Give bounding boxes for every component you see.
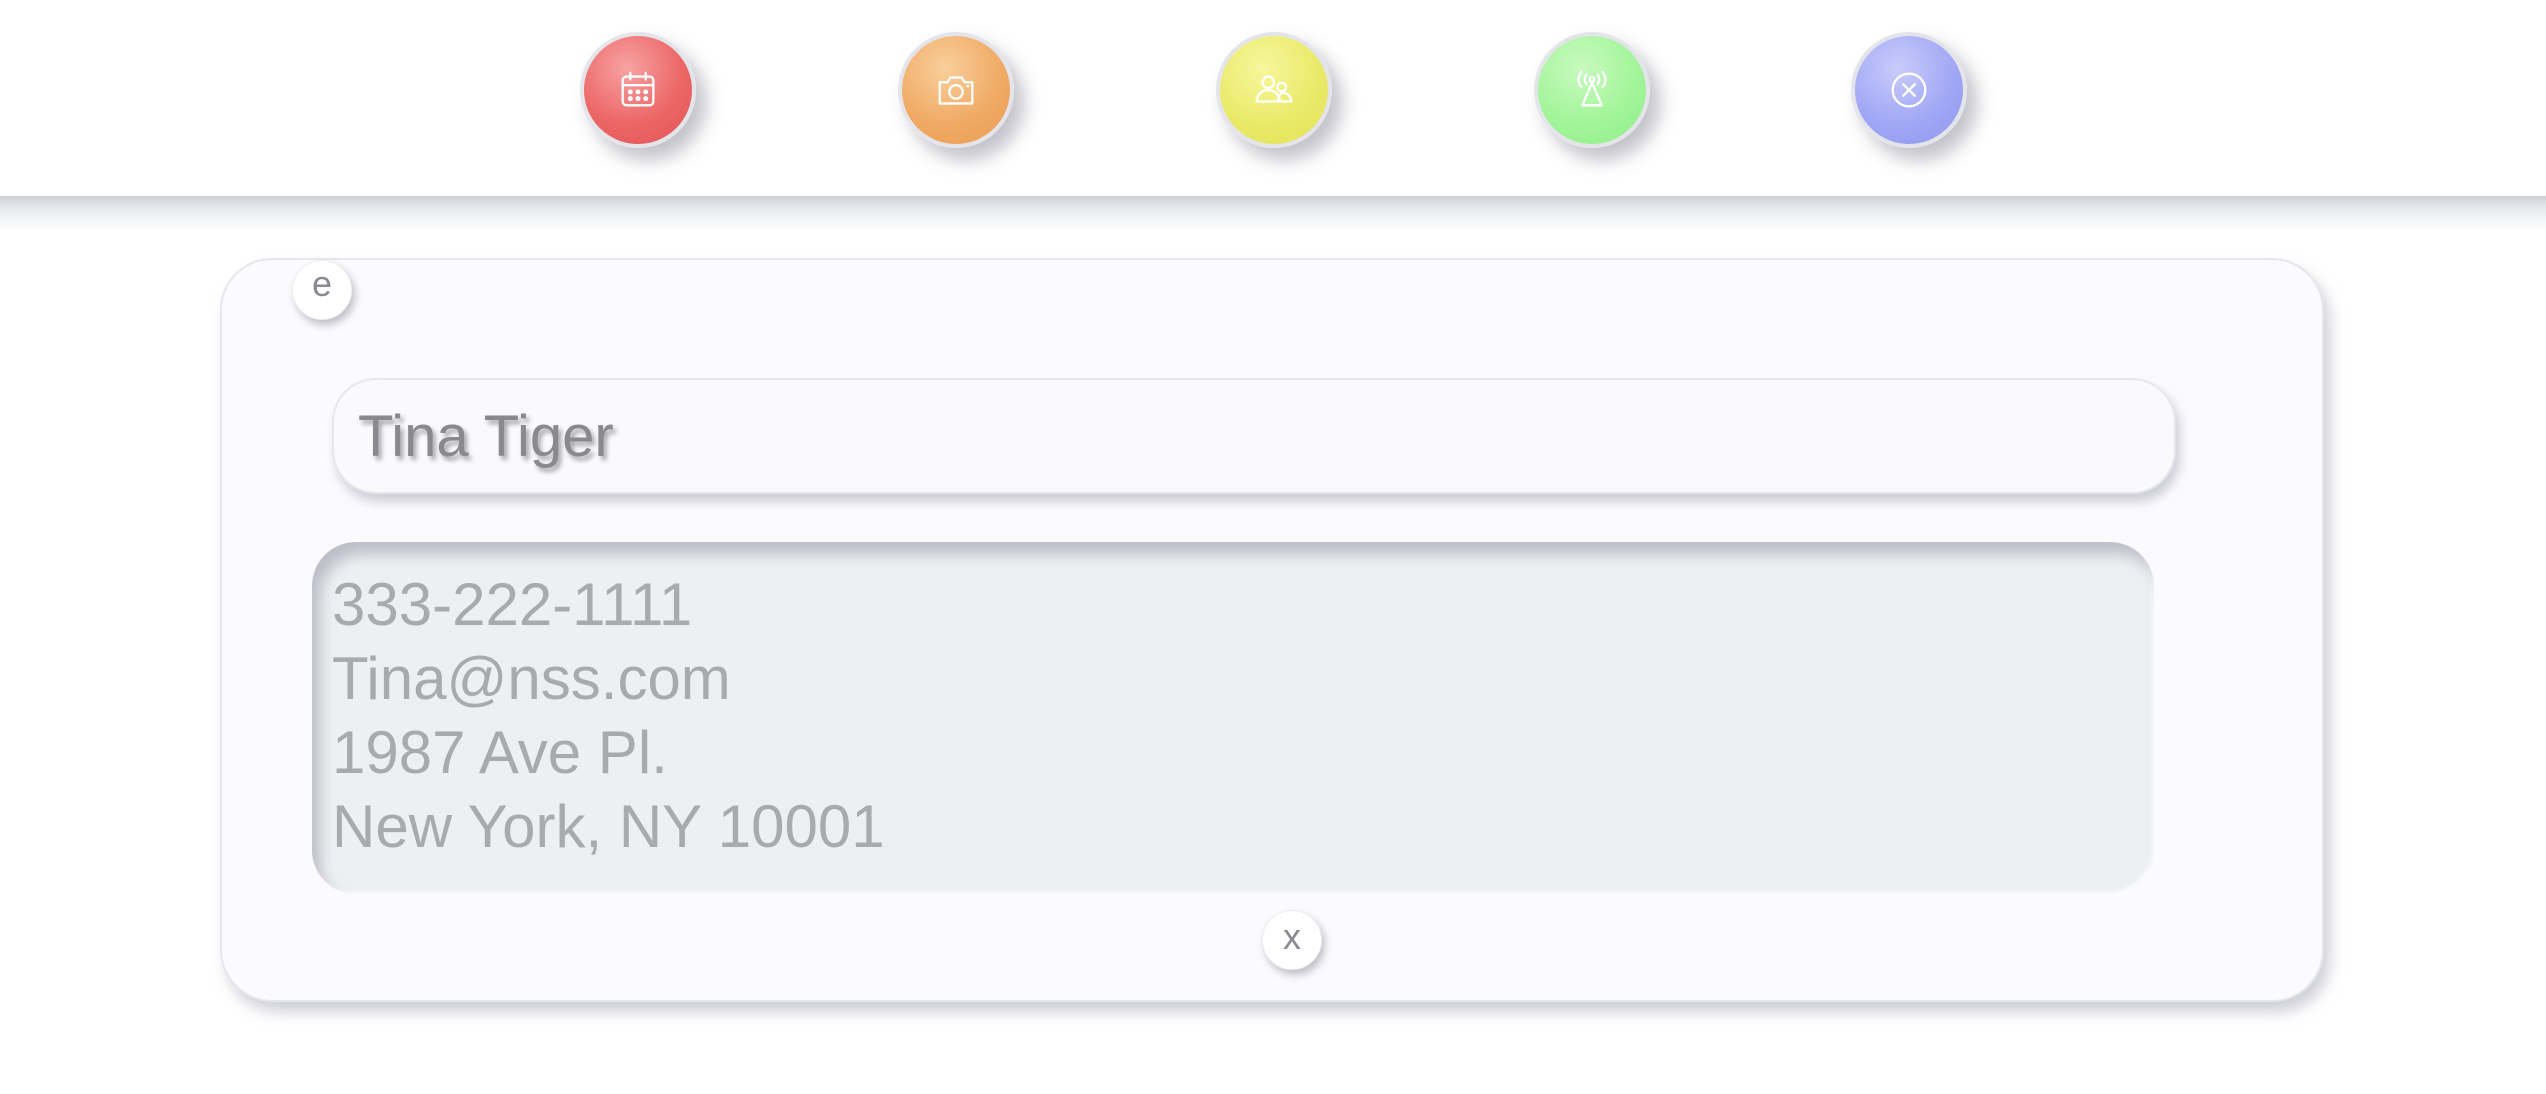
broadcast-tower-icon	[1577, 70, 1607, 107]
calendar-icon	[621, 71, 655, 107]
page: e Tina Tiger 333-222-1111 Tina@nss.com 1…	[0, 0, 2546, 1094]
contacts-icon	[1255, 75, 1293, 103]
broadcast-button[interactable]	[1534, 32, 1650, 148]
contact-name: Tina Tiger	[358, 403, 614, 469]
camera-button[interactable]	[898, 32, 1014, 148]
close-circle-icon	[1891, 72, 1927, 108]
close-button[interactable]	[1851, 32, 1967, 148]
delete-button[interactable]: x	[1262, 910, 1322, 970]
details-textarea[interactable]: 333-222-1111 Tina@nss.com 1987 Ave Pl. N…	[312, 542, 2154, 894]
camera-icon	[938, 76, 974, 105]
name-field[interactable]: Tina Tiger	[332, 378, 2176, 494]
street-line: 1987 Ave Pl.	[332, 719, 668, 786]
top-toolbar	[0, 0, 2546, 198]
calendar-button[interactable]	[580, 32, 696, 148]
city-line: New York, NY 10001	[332, 793, 885, 860]
phone-line: 333-222-1111	[332, 571, 693, 638]
edit-button[interactable]: e	[292, 260, 352, 320]
email-line: Tina@nss.com	[332, 645, 731, 712]
delete-button-label: x	[1283, 916, 1301, 957]
contacts-button[interactable]	[1216, 32, 1332, 148]
edit-button-label: e	[311, 263, 333, 304]
toolbar-divider	[0, 196, 2546, 232]
contact-card: e Tina Tiger 333-222-1111 Tina@nss.com 1…	[220, 258, 2324, 1002]
